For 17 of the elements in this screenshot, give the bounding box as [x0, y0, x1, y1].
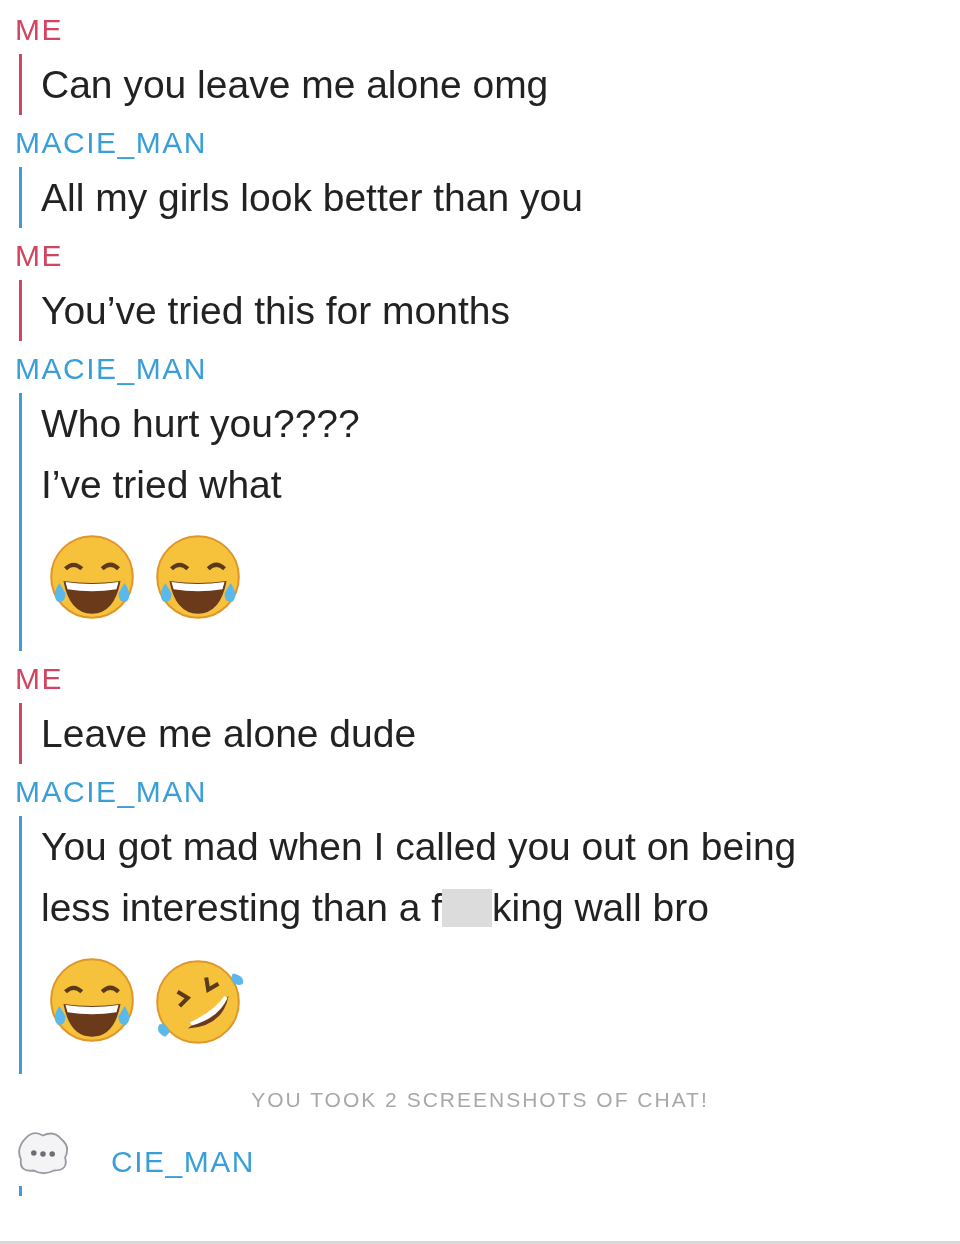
screenshot-notice: YOU TOOK 2 SCREENSHOTS OF CHAT! — [250, 1088, 710, 1112]
message-text: less interesting than a f king wall bro — [41, 886, 709, 929]
sender-name: MACIE_MAN — [15, 774, 207, 810]
sender-name: ME — [15, 238, 63, 274]
message-text: All my girls look better than you — [41, 176, 583, 219]
message-text: Leave me alone dude — [41, 712, 417, 755]
sender-name: ME — [15, 661, 63, 697]
sender-name: MACIE_MAN — [15, 125, 207, 161]
message-text: You got mad when I called you out on being — [41, 825, 797, 868]
sender-name: CIE_MAN — [111, 1144, 255, 1180]
message-text: Who hurt you???? — [41, 402, 360, 445]
message-text: You’ve tried this for months — [41, 289, 510, 332]
typing-bubble-icon — [15, 1130, 71, 1176]
message-text: Can you leave me alone omg — [41, 63, 549, 106]
sender-name: ME — [15, 12, 63, 48]
sender-name: MACIE_MAN — [15, 351, 207, 387]
message-text: I’ve tried what — [41, 463, 282, 506]
